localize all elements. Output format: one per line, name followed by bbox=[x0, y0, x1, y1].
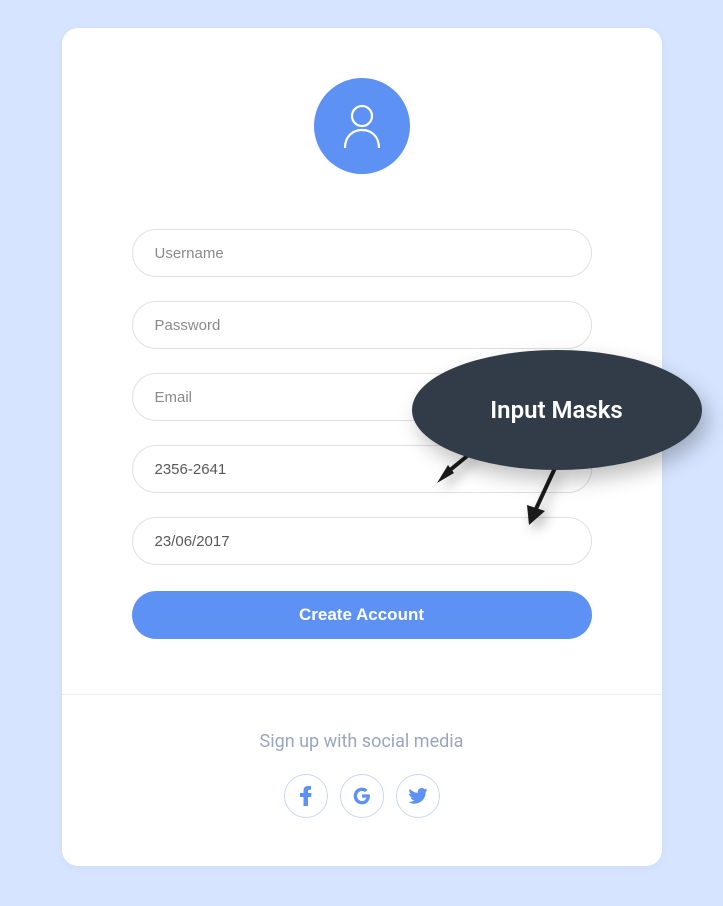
facebook-icon bbox=[300, 786, 312, 806]
password-input[interactable] bbox=[132, 301, 592, 349]
google-button[interactable] bbox=[340, 774, 384, 818]
user-icon bbox=[341, 102, 383, 150]
social-text: Sign up with social media bbox=[62, 731, 662, 752]
twitter-icon bbox=[408, 788, 428, 804]
facebook-button[interactable] bbox=[284, 774, 328, 818]
callout-bubble: Input Masks bbox=[412, 350, 702, 470]
avatar-circle bbox=[314, 78, 410, 174]
google-icon bbox=[352, 786, 372, 806]
username-input[interactable] bbox=[132, 229, 592, 277]
create-account-button[interactable]: Create Account bbox=[132, 591, 592, 639]
callout-label: Input Masks bbox=[490, 396, 622, 424]
social-icons-row bbox=[62, 774, 662, 818]
signup-card: Create Account Sign up with social media bbox=[62, 28, 662, 866]
twitter-button[interactable] bbox=[396, 774, 440, 818]
social-section: Sign up with social media bbox=[62, 695, 662, 866]
arrow-icon bbox=[517, 463, 567, 533]
